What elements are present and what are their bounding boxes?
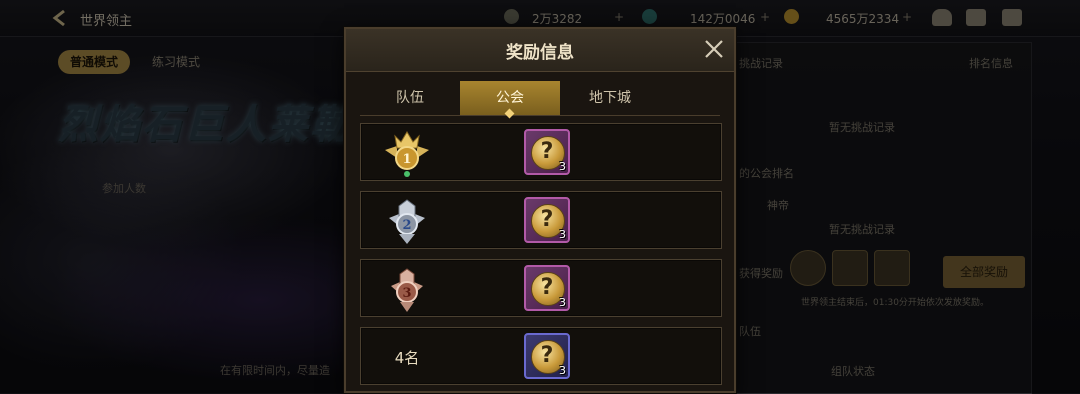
item-count-3: 3 (559, 296, 566, 309)
tab-dungeon[interactable]: 地下城 (560, 81, 660, 115)
rank-label-4: 4名 (394, 349, 420, 367)
dialog-tabs: 队伍 公会 地下城 (360, 81, 720, 119)
reward-row-rank-2: 2 ? 3 (360, 191, 722, 249)
item-count-1: 3 (559, 160, 566, 173)
reward-item-3[interactable]: ? 3 (524, 265, 570, 311)
reward-info-dialog: 奖励信息 队伍 公会 地下城 1 ? 3 2 ? 3 3 ? 3 4名 ? 3 (344, 27, 736, 393)
reward-item-4[interactable]: ? 3 (524, 333, 570, 379)
rank-number-1: 1 (402, 152, 411, 167)
bronze-rank-medal-icon: 3 (391, 268, 423, 312)
silver-rank-medal-icon: 2 (389, 199, 425, 244)
reward-item-2[interactable]: ? 3 (524, 197, 570, 243)
tab-team[interactable]: 队伍 (360, 81, 460, 115)
gold-rank-medal-icon: 1 (385, 131, 429, 177)
close-icon[interactable] (702, 37, 726, 61)
tab-guild-label: 公会 (496, 90, 524, 106)
rank-number-3: 3 (402, 286, 411, 301)
active-tab-indicator-icon (504, 108, 515, 119)
reward-row-rank-4: 4名 ? 3 (360, 327, 722, 385)
rank-number-2: 2 (402, 218, 411, 233)
reward-row-rank-1: 1 ? 3 (360, 123, 722, 181)
reward-item-1[interactable]: ? 3 (524, 129, 570, 175)
dialog-title: 奖励信息 (506, 43, 574, 63)
item-count-2: 3 (559, 228, 566, 241)
tab-guild[interactable]: 公会 (460, 81, 560, 119)
item-count-4: 3 (559, 364, 566, 377)
reward-row-rank-3: 3 ? 3 (360, 259, 722, 317)
dialog-header: 奖励信息 (346, 29, 734, 72)
